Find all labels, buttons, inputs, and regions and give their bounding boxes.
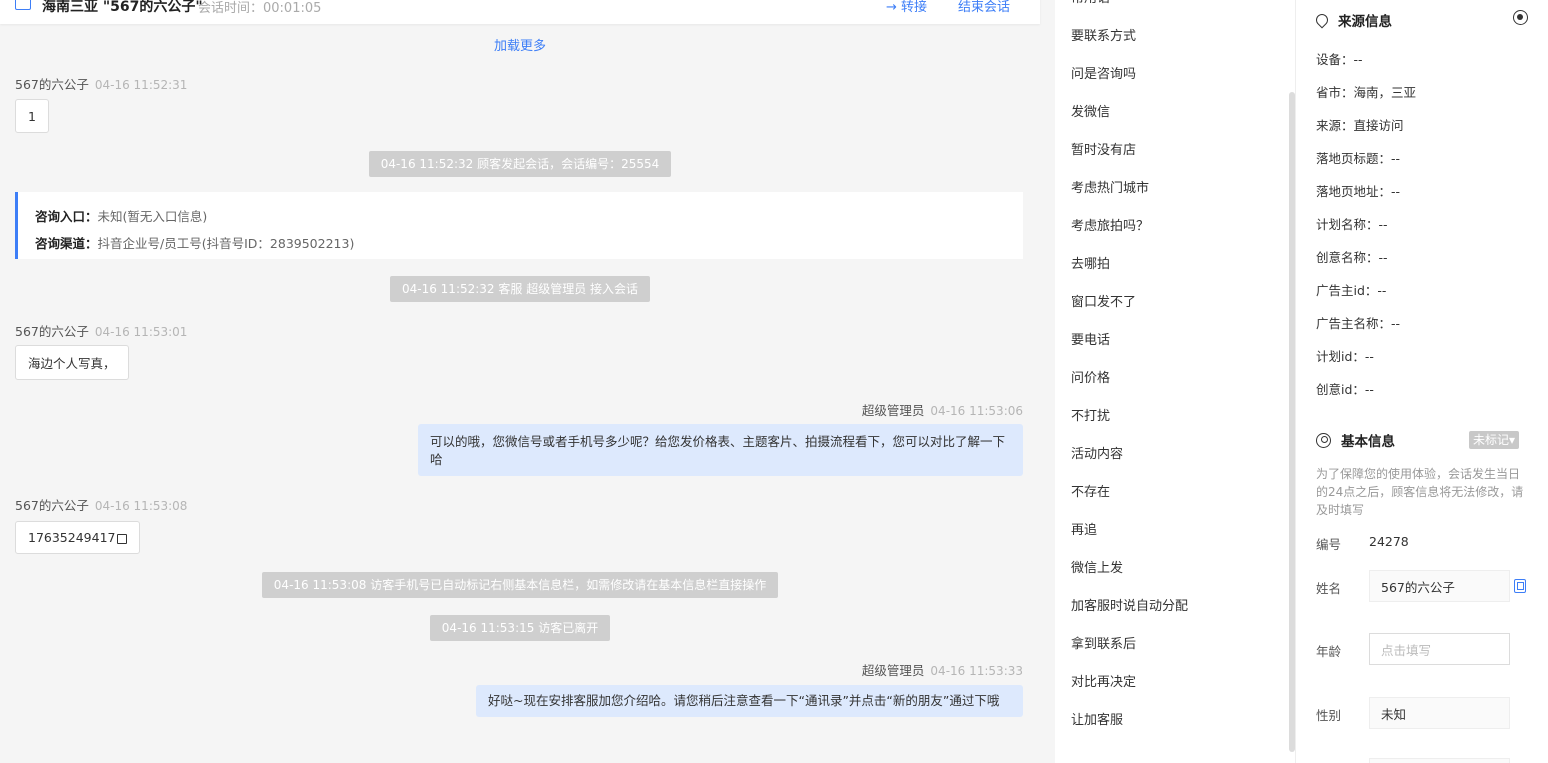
tag-dropdown[interactable]: 未标记▾ bbox=[1469, 431, 1520, 449]
system-notice: 04-16 11:52:32 顾客发起会话，会话编号：25554 bbox=[0, 151, 1040, 177]
user-icon bbox=[1316, 432, 1331, 448]
message-time: 04-16 11:53:33 bbox=[930, 664, 1023, 678]
visitor-title: 海南三亚 "567的六公子" bbox=[42, 0, 203, 15]
quick-reply-panel: 常用语要联系方式问是咨询吗发微信暂时没有店考虑热门城市考虑旅拍吗？ 去哪拍窗口发不… bbox=[1055, 0, 1295, 763]
id-value: 24278 bbox=[1369, 534, 1409, 549]
id-label: 编号 bbox=[1316, 537, 1342, 552]
source-info-heading: 来源信息 bbox=[1338, 14, 1392, 30]
message-bubble: 17635249417 bbox=[15, 521, 141, 554]
source-info-row: 创意名称：-- bbox=[1316, 250, 1388, 265]
quick-reply-item[interactable]: 问价格 bbox=[1071, 367, 1110, 386]
quick-reply-item[interactable]: 活动内容 bbox=[1071, 443, 1123, 462]
message-sender: 567的六公子 bbox=[15, 324, 89, 339]
system-notice-text: 04-16 11:53:15 访客已离开 bbox=[429, 615, 611, 641]
message-time: 04-16 11:53:08 bbox=[94, 499, 188, 513]
channel-label: 咨询渠道： bbox=[35, 236, 98, 251]
system-notice-text: 04-16 11:52:32 客服 超级管理员 接入会话 bbox=[389, 276, 651, 302]
quick-reply-item[interactable]: 常用语 bbox=[1071, 0, 1110, 6]
basic-info-title: 基本信息 bbox=[1316, 430, 1395, 450]
message-sender: 超级管理员 bbox=[861, 663, 925, 678]
source-info-row: 设备：-- bbox=[1316, 52, 1363, 67]
chat-panel: 海南三亚 "567的六公子" 会话时间：00:01:05 → 转接 结束会话 加… bbox=[0, 0, 1040, 763]
message-meta: 超级管理员 04-16 11:53:06 bbox=[862, 400, 1023, 419]
source-info-row: 落地页标题：-- bbox=[1316, 151, 1401, 166]
monitor-icon bbox=[15, 0, 31, 10]
source-info-row: 创意id：-- bbox=[1316, 382, 1374, 397]
quick-reply-item[interactable]: 去哪拍 bbox=[1071, 253, 1110, 272]
end-session-button[interactable]: 结束会话 bbox=[958, 0, 1010, 15]
customer-info-panel: 来源信息 设备：-- 省市：海南，三亚 来源：直接访问 落地页标题：-- 落地页地址：-… bbox=[1295, 0, 1548, 763]
source-info-row: 广告主名称：-- bbox=[1316, 316, 1401, 331]
source-info-title: 来源信息 bbox=[1313, 10, 1392, 30]
quick-reply-item[interactable]: 窗口发不了 bbox=[1071, 291, 1136, 310]
phone-number-text: 17635249417 bbox=[28, 530, 116, 545]
system-notice-text: 04-16 11:52:32 顾客发起会话，会话编号：25554 bbox=[368, 151, 672, 177]
system-notice: 04-16 11:52:32 客服 超级管理员 接入会话 bbox=[0, 276, 1040, 302]
system-notice: 04-16 11:53:08 访客手机号已自动标记右侧基本信息栏，如需修改请在基… bbox=[0, 572, 1040, 598]
quick-reply-item[interactable]: 让加客服 bbox=[1071, 709, 1123, 728]
session-time: 会话时间：00:01:05 bbox=[198, 1, 322, 16]
quick-reply-item[interactable]: 问是咨询吗 bbox=[1071, 63, 1136, 82]
quick-reply-item[interactable]: 不打扰 bbox=[1071, 405, 1110, 424]
entry-label: 咨询入口： bbox=[35, 209, 98, 224]
source-info-row: 计划id：-- bbox=[1316, 349, 1374, 364]
gender-field[interactable]: 未知 bbox=[1369, 697, 1510, 729]
channel-value: 抖音企业号/员工号(抖音号ID：2839502213) bbox=[97, 236, 355, 251]
message-sender: 567的六公子 bbox=[15, 498, 89, 513]
edit-notice: 为了保障您的使用体验，会话发生当日的24点之后，顾客信息将无法修改，请及时填写 bbox=[1316, 467, 1524, 517]
age-label: 年龄 bbox=[1316, 644, 1342, 659]
basic-info-heading: 基本信息 bbox=[1341, 434, 1395, 450]
system-notice-text: 04-16 11:53:08 访客手机号已自动标记右侧基本信息栏，如需修改请在基… bbox=[261, 572, 779, 598]
location-icon bbox=[1313, 11, 1331, 29]
source-info-row: 计划名称：-- bbox=[1316, 217, 1388, 232]
entry-info-card: 咨询入口：未知(暂无入口信息) 咨询渠道：抖音企业号/员工号(抖音号ID：283… bbox=[15, 192, 1023, 259]
agent-message-bubble: 可以的哦，您微信号或者手机号多少呢？给您发价格表、主题客片、拍摄流程看下，您可以… bbox=[418, 424, 1023, 476]
source-info-row: 来源：直接访问 bbox=[1316, 118, 1404, 133]
quick-reply-item[interactable]: 不存在 bbox=[1071, 481, 1110, 500]
next-field[interactable] bbox=[1369, 758, 1510, 763]
message-bubble: 1 bbox=[15, 99, 49, 133]
message-meta: 567的六公子 04-16 11:53:01 bbox=[15, 321, 187, 340]
name-field[interactable]: 567的六公子 bbox=[1369, 570, 1510, 602]
source-info-row: 落地页地址：-- bbox=[1316, 184, 1401, 199]
agent-message-bubble: 好哒~现在安排客服加您介绍哈。请您稍后注意查看一下“通讯录”并点击“新的朋友”通… bbox=[476, 685, 1023, 717]
message-time: 04-16 11:53:01 bbox=[94, 325, 188, 339]
message-bubble: 海边个人写真， bbox=[15, 345, 129, 380]
quick-reply-item[interactable]: 发微信 bbox=[1071, 101, 1110, 120]
load-more-link[interactable]: 加载更多 bbox=[0, 35, 1040, 54]
quick-reply-item[interactable]: 对比再决定 bbox=[1071, 671, 1136, 690]
copy-icon[interactable] bbox=[1514, 579, 1526, 593]
quick-reply-item[interactable]: 要电话 bbox=[1071, 329, 1110, 348]
quick-reply-item[interactable]: 暂时没有店 bbox=[1071, 139, 1136, 158]
quick-reply-item[interactable]: 拿到联系后 bbox=[1071, 633, 1136, 652]
quick-reply-item[interactable]: 再追 bbox=[1071, 519, 1097, 538]
message-time: 04-16 11:52:31 bbox=[94, 78, 188, 92]
quick-reply-item[interactable]: 考虑热门城市 bbox=[1071, 177, 1149, 196]
eye-icon[interactable] bbox=[1513, 10, 1528, 25]
message-time: 04-16 11:53:06 bbox=[930, 404, 1023, 418]
age-input[interactable]: 点击填写 bbox=[1369, 633, 1510, 665]
copy-icon[interactable] bbox=[117, 533, 128, 544]
message-sender: 567的六公子 bbox=[15, 77, 89, 92]
message-meta: 超级管理员 04-16 11:53:33 bbox=[862, 660, 1023, 679]
source-info-row: 省市：海南，三亚 bbox=[1316, 85, 1417, 100]
message-meta: 567的六公子 04-16 11:52:31 bbox=[15, 74, 187, 93]
name-label: 姓名 bbox=[1316, 581, 1342, 596]
message-sender: 超级管理员 bbox=[861, 403, 925, 418]
system-notice: 04-16 11:53:15 访客已离开 bbox=[0, 615, 1040, 641]
entry-value: 未知(暂无入口信息) bbox=[97, 209, 208, 224]
gender-label: 性别 bbox=[1316, 708, 1342, 723]
quick-reply-item[interactable]: 微信上发 bbox=[1071, 557, 1123, 576]
quick-reply-item[interactable]: 考虑旅拍吗？ bbox=[1071, 215, 1149, 234]
message-meta: 567的六公子 04-16 11:53:08 bbox=[15, 495, 187, 514]
transfer-button[interactable]: → 转接 bbox=[886, 0, 927, 15]
quick-reply-item[interactable]: 加客服时说自动分配 bbox=[1071, 595, 1188, 614]
chat-header: 海南三亚 "567的六公子" 会话时间：00:01:05 → 转接 结束会话 bbox=[0, 0, 1040, 24]
quick-reply-item[interactable]: 要联系方式 bbox=[1071, 25, 1136, 44]
source-info-row: 广告主id：-- bbox=[1316, 283, 1387, 298]
